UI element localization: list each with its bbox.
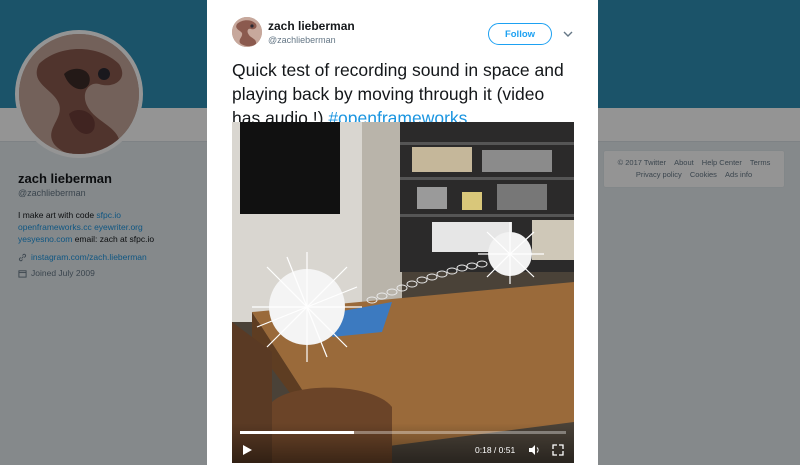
chevron-down-icon[interactable] xyxy=(561,27,575,41)
tweet-modal: zach lieberman @zachlieberman Follow Qui… xyxy=(207,0,598,465)
video-controls: 0:18 / 0:51 xyxy=(232,423,574,463)
follow-button[interactable]: Follow xyxy=(488,23,552,45)
volume-icon[interactable] xyxy=(527,443,541,457)
video-time: 0:18 / 0:51 xyxy=(475,445,516,455)
author-name[interactable]: zach lieberman xyxy=(268,19,355,33)
author-handle[interactable]: @zachlieberman xyxy=(268,35,336,45)
video-progress-fill xyxy=(240,431,355,434)
play-icon[interactable] xyxy=(240,443,254,457)
video-frame xyxy=(232,122,574,463)
tweet-text: Quick test of recording sound in space a… xyxy=(232,58,577,130)
video-progress-bar[interactable] xyxy=(240,431,566,434)
video-player[interactable]: 0:18 / 0:51 xyxy=(232,122,574,463)
author-avatar[interactable] xyxy=(232,17,262,47)
fullscreen-icon[interactable] xyxy=(551,443,565,457)
